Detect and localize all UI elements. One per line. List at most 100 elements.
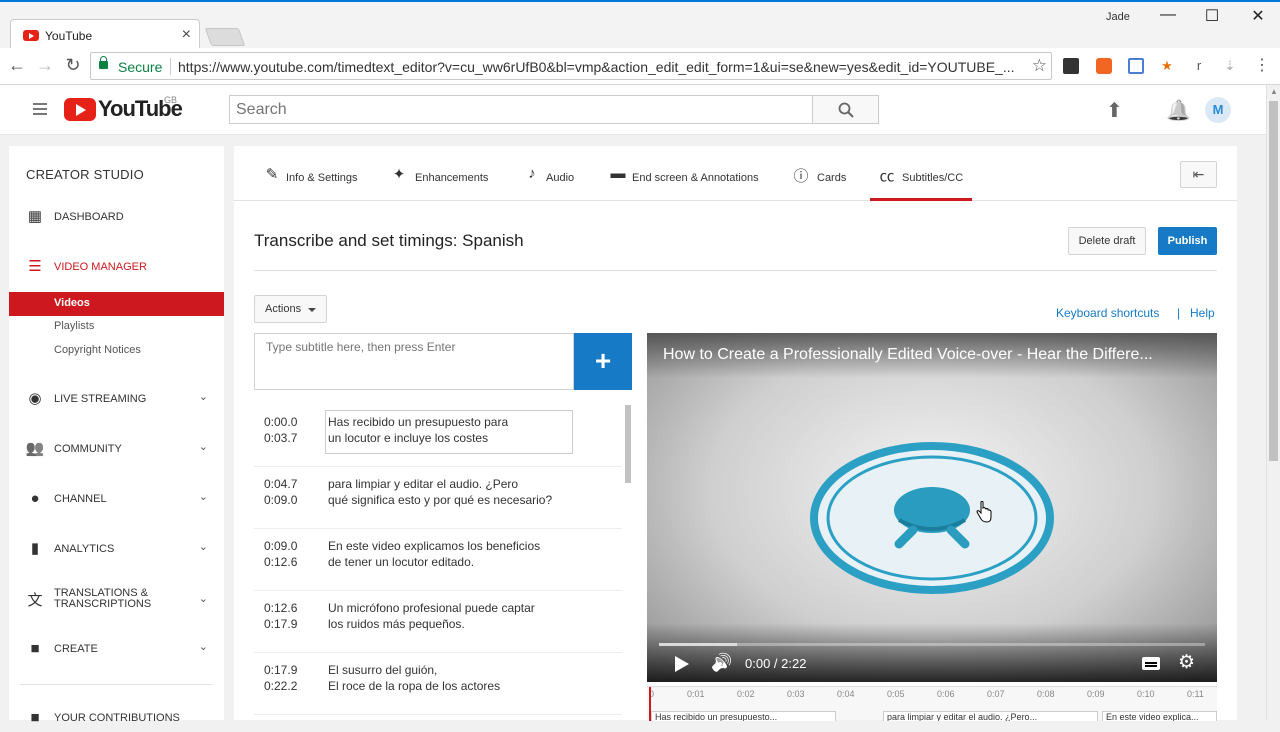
chevron-down-icon[interactable]: ⌄	[199, 390, 208, 403]
scroll-up-icon[interactable]: ▲	[1270, 87, 1278, 96]
tab-audio[interactable]: ♪ Audio	[522, 165, 582, 201]
caption-start-time[interactable]: 0:04.7	[264, 477, 297, 491]
caption-end-time[interactable]: 0:17.9	[264, 617, 297, 631]
close-window-button[interactable]: ✕	[1243, 6, 1273, 26]
sidebar-item-label: LIVE STREAMING	[54, 393, 147, 405]
caption-end-time[interactable]: 0:22.2	[264, 679, 297, 693]
hamburger-menu-icon[interactable]	[33, 103, 47, 115]
video-player[interactable]: How to Create a Professionally Edited Vo…	[647, 333, 1217, 682]
maximize-button[interactable]: ☐	[1197, 6, 1227, 26]
subtitle-input[interactable]	[266, 340, 566, 354]
sidebar-subitem-playlists[interactable]: Playlists	[9, 315, 224, 339]
sidebar-item-channel[interactable]: ● CHANNEL ⌄	[9, 485, 224, 513]
sidebar-item-label: CREATE	[54, 643, 98, 655]
subtitles-icon[interactable]	[1142, 657, 1160, 670]
sidebar-item-create[interactable]: ■ CREATE ⌄	[9, 635, 224, 663]
notifications-bell-icon[interactable]: 🔔	[1166, 98, 1191, 123]
sidebar-item-your-contributions[interactable]: ■ YOUR CONTRIBUTIONS	[9, 704, 224, 732]
sidebar-item-dashboard[interactable]: ▦ DASHBOARD	[9, 203, 224, 231]
address-bar[interactable]: Secure https://www.youtube.com/timedtext…	[90, 52, 1052, 80]
sidebar-subitem-copyright-notices[interactable]: Copyright Notices	[9, 339, 224, 363]
caption-end-time[interactable]: 0:09.0	[264, 493, 297, 507]
chevron-down-icon[interactable]: ⌄	[199, 640, 208, 653]
volume-icon[interactable]: 🔊	[711, 653, 732, 673]
search-box[interactable]	[229, 95, 813, 124]
chevron-down-icon[interactable]: ⌄	[199, 490, 208, 503]
new-tab-button[interactable]	[204, 28, 246, 46]
video-title[interactable]: How to Create a Professionally Edited Vo…	[663, 346, 1208, 364]
delete-draft-button[interactable]: Delete draft	[1068, 227, 1146, 255]
sidebar-item-live-streaming[interactable]: ◉ LIVE STREAMING ⌄	[9, 385, 224, 413]
actions-dropdown[interactable]: Actions	[254, 295, 327, 323]
tab-close-icon[interactable]: ×	[182, 26, 191, 44]
upload-icon[interactable]: ⬆	[1106, 98, 1123, 123]
publish-button[interactable]: Publish	[1158, 227, 1217, 255]
caption-text[interactable]: El susurro del guión, El roce de la ropa…	[328, 662, 598, 694]
caption-row[interactable]: 0:04.7 0:09.0 para limpiar y editar el a…	[254, 467, 622, 529]
tab-label: Enhancements	[415, 172, 489, 184]
chevron-down-icon[interactable]: ⌄	[199, 540, 208, 553]
caption-end-time[interactable]: 0:12.6	[264, 555, 297, 569]
minimize-button[interactable]: —	[1153, 6, 1183, 24]
subtitle-input-box[interactable]	[254, 333, 574, 390]
sidebar-subitem-videos[interactable]: Videos	[9, 292, 224, 316]
caption-start-time[interactable]: 0:00.0	[264, 415, 297, 429]
reload-icon[interactable]: ↻	[61, 55, 85, 76]
caption-timeline[interactable]: 0 0:01 0:02 0:03 0:04 0:05 0:06 0:07 0:0…	[647, 686, 1217, 721]
browser-user-name[interactable]: Jade	[1106, 11, 1130, 23]
youtube-logo-icon[interactable]	[64, 98, 96, 121]
caption-text[interactable]: Un micrófono profesional puede captar lo…	[328, 600, 598, 632]
caption-text[interactable]: En este video explicamos los beneficios …	[328, 538, 598, 570]
search-input[interactable]	[236, 101, 796, 119]
chevron-down-icon[interactable]: ⌄	[199, 440, 208, 453]
tab-cards[interactable]: ⓘ Cards	[791, 165, 851, 201]
caption-start-time[interactable]: 0:17.9	[264, 663, 297, 677]
bookmark-star-icon[interactable]: ☆	[1032, 56, 1047, 76]
caption-text[interactable]: Has recibido un presupuesto para un locu…	[328, 414, 598, 446]
scrollbar-thumb[interactable]	[1269, 101, 1278, 461]
browser-tab[interactable]: YouTube ×	[10, 19, 200, 50]
caption-list-scrollbar[interactable]	[625, 405, 631, 483]
caption-row[interactable]: 0:09.0 0:12.6 En este video explicamos l…	[254, 529, 622, 591]
play-icon[interactable]	[675, 656, 689, 672]
caption-row[interactable]: 0:00.0 0:03.7 Has recibido un presupuest…	[254, 405, 622, 467]
back-button[interactable]: ⇤	[1180, 161, 1217, 188]
caption-row[interactable]: 0:12.6 0:17.9 Un micrófono profesional p…	[254, 591, 622, 653]
caption-start-time[interactable]: 0:12.6	[264, 601, 297, 615]
add-caption-button[interactable]: +	[574, 333, 632, 390]
tab-end-screen-annotations[interactable]: ▬ End screen & Annotations	[608, 165, 773, 201]
tab-subtitles-cc[interactable]: ㏄ Subtitles/CC	[870, 165, 972, 201]
back-arrow-icon[interactable]: ←	[5, 55, 29, 76]
sidebar-item-community[interactable]: 👥 COMMUNITY ⌄	[9, 435, 224, 463]
caption-start-time[interactable]: 0:09.0	[264, 539, 297, 553]
keyboard-shortcuts-link[interactable]: Keyboard shortcuts	[1056, 306, 1159, 320]
caption-row[interactable]: 0:17.9 0:22.2 El susurro del guión, El r…	[254, 653, 622, 715]
caption-end-time[interactable]: 0:03.7	[264, 431, 297, 445]
tab-enhancements[interactable]: ✦ Enhancements	[389, 165, 494, 201]
puzzle-extension-icon[interactable]	[1096, 58, 1112, 74]
sidebar-item-translations[interactable]: 文 TRANSLATIONS & TRANSCRIPTIONS ⌄	[9, 585, 224, 617]
avatar[interactable]: M	[1205, 97, 1231, 123]
buffer-extension-icon[interactable]	[1063, 58, 1079, 74]
r-extension-icon[interactable]: r	[1191, 58, 1207, 74]
browser-toolbar: ← → ↻ Secure https://www.youtube.com/tim…	[0, 48, 1280, 85]
sidebar-divider	[20, 684, 213, 685]
video-progress-bar[interactable]	[659, 643, 1205, 646]
browser-menu-icon[interactable]: ⋮	[1254, 58, 1270, 74]
window-extension-icon[interactable]	[1128, 58, 1144, 74]
timeline-tick: 0:01	[687, 689, 705, 699]
search-button[interactable]	[812, 95, 879, 124]
sidebar-item-analytics[interactable]: ▮ ANALYTICS ⌄	[9, 535, 224, 563]
forward-arrow-icon[interactable]: →	[33, 55, 57, 76]
help-link[interactable]: Help	[1190, 306, 1215, 320]
caption-text[interactable]: para limpiar y editar el audio. ¿Pero qu…	[328, 476, 598, 508]
tab-info-settings[interactable]: ✎ Info & Settings	[262, 165, 372, 201]
extension-icon[interactable]: ⇣	[1222, 58, 1238, 74]
sidebar-title[interactable]: CREATOR STUDIO	[26, 167, 144, 182]
sidebar-item-video-manager[interactable]: ☰ VIDEO MANAGER	[9, 253, 224, 281]
page-scrollbar[interactable]: ▲	[1266, 85, 1280, 720]
chevron-down-icon[interactable]: ⌄	[199, 592, 208, 605]
star-extension-icon[interactable]: ★	[1159, 58, 1175, 74]
url-text[interactable]: https://www.youtube.com/timedtext_editor…	[178, 59, 1028, 75]
settings-gear-icon[interactable]: ⚙	[1178, 651, 1195, 674]
